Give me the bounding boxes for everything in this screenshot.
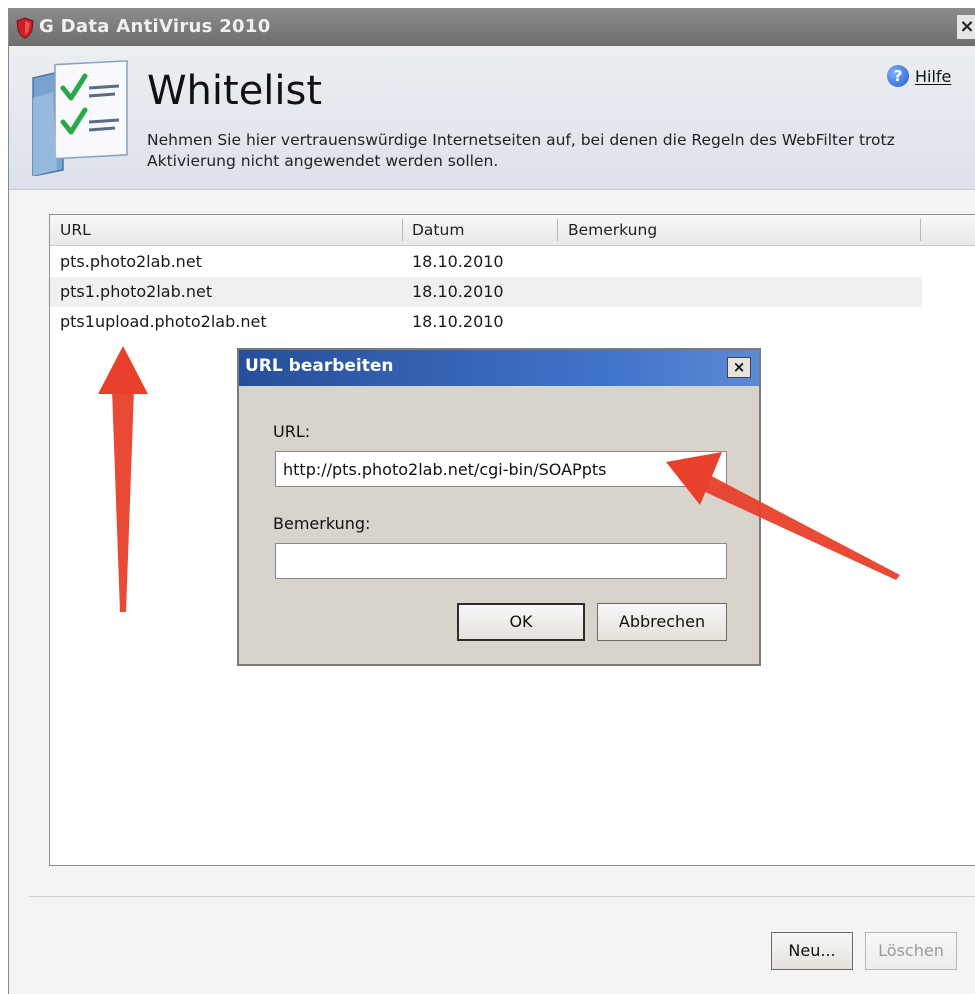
window-title: G Data AntiVirus 2010 <box>39 16 271 37</box>
table-header: URL Datum Bemerkung <box>50 215 975 246</box>
column-header-note[interactable]: Bemerkung <box>558 215 918 245</box>
table-row[interactable]: pts.photo2lab.net 18.10.2010 <box>50 247 922 277</box>
help-label: Hilfe <box>915 66 952 86</box>
column-header-date[interactable]: Datum <box>402 215 557 245</box>
header-panel: Whitelist Nehmen Sie hier vertrauenswürd… <box>9 46 975 190</box>
folder-checklist-icon <box>32 60 128 176</box>
row-url: pts1upload.photo2lab.net <box>60 312 267 331</box>
footer-divider <box>29 896 975 897</box>
table-row[interactable]: pts1upload.photo2lab.net 18.10.2010 <box>50 307 922 337</box>
url-label: URL: <box>273 422 311 441</box>
page-title: Whitelist <box>147 68 323 114</box>
table-row[interactable]: pts1.photo2lab.net 18.10.2010 <box>50 277 922 307</box>
row-date: 18.10.2010 <box>412 252 504 271</box>
dialog-title-bar[interactable]: URL bearbeiten × <box>239 350 759 386</box>
row-url: pts1.photo2lab.net <box>60 282 213 301</box>
help-link[interactable]: ? Hilfe <box>887 64 951 88</box>
help-icon: ? <box>887 65 909 87</box>
row-date: 18.10.2010 <box>412 282 504 301</box>
shield-logo-icon <box>16 17 34 39</box>
title-bar: G Data AntiVirus 2010 × <box>9 8 975 46</box>
column-separator[interactable] <box>920 219 921 241</box>
note-input[interactable] <box>275 543 727 579</box>
window-close-button[interactable]: × <box>957 15 975 39</box>
dialog-title: URL bearbeiten <box>245 356 394 376</box>
cancel-button[interactable]: Abbrechen <box>597 603 727 641</box>
column-header-url[interactable]: URL <box>50 215 400 245</box>
row-url: pts.photo2lab.net <box>60 252 202 271</box>
page-description: Nehmen Sie hier vertrauenswürdige Intern… <box>147 131 895 170</box>
url-input[interactable] <box>275 451 727 487</box>
edit-url-dialog: URL bearbeiten × URL: Bemerkung: OK Abbr… <box>237 348 761 666</box>
ok-button[interactable]: OK <box>457 603 585 641</box>
row-date: 18.10.2010 <box>412 312 504 331</box>
app-window: G Data AntiVirus 2010 × Whitelist Nehmen… <box>8 8 975 994</box>
delete-button[interactable]: Löschen <box>865 932 957 970</box>
note-label: Bemerkung: <box>273 514 371 533</box>
new-button[interactable]: Neu... <box>771 932 853 970</box>
dialog-close-button[interactable]: × <box>727 357 751 378</box>
